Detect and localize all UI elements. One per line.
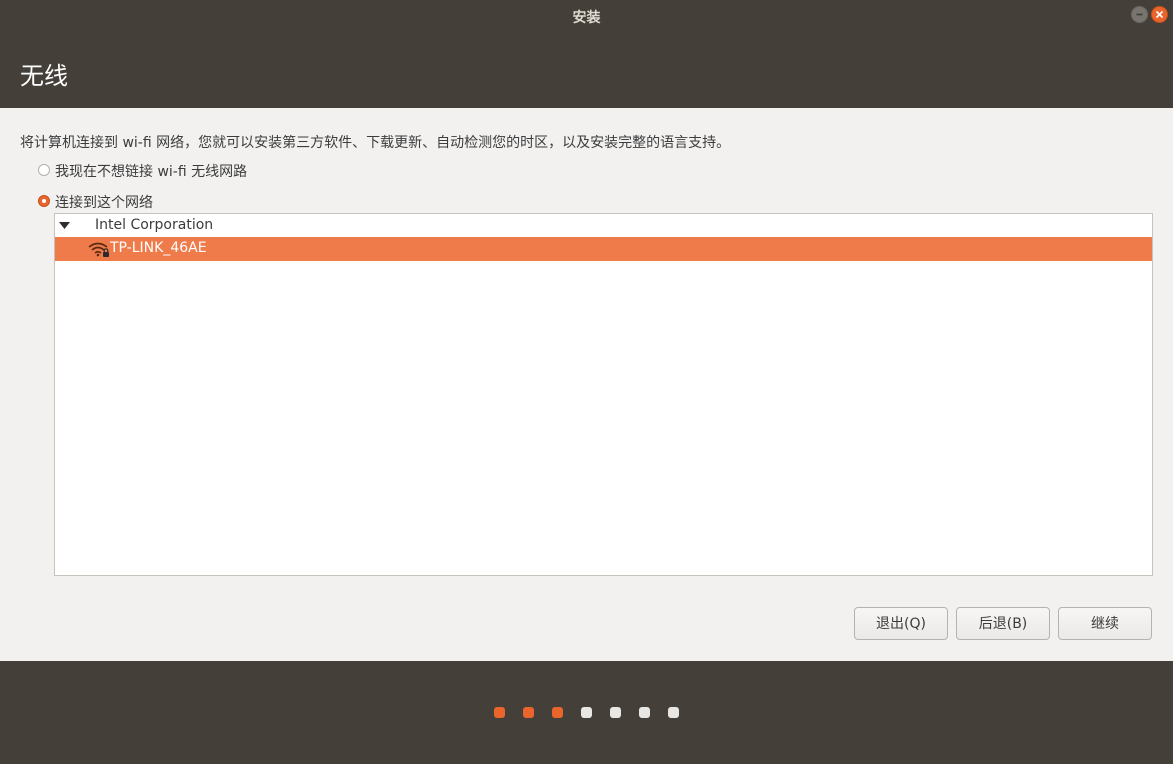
main-content: 将计算机连接到 wi-fi 网络，您就可以安装第三方软件、下载更新、自动检测您的…	[0, 108, 1173, 661]
minimize-button[interactable]	[1131, 6, 1148, 23]
installer-window: 安装 无线 将计算机连接到 wi-fi 网络，您就可以安装第三方软件、下载更新、…	[0, 0, 1173, 764]
continue-button[interactable]: 继续	[1058, 607, 1152, 640]
radio-no-wifi[interactable]	[38, 164, 50, 176]
progress-dot	[639, 707, 650, 718]
device-row[interactable]: Intel Corporation	[55, 214, 1152, 237]
close-button[interactable]	[1151, 6, 1168, 23]
quit-button[interactable]: 退出(Q)	[854, 607, 948, 640]
network-row[interactable]: TP-LINK_46AE	[55, 237, 1152, 261]
device-label: Intel Corporation	[95, 217, 214, 233]
page-title: 无线	[20, 62, 68, 90]
progress-dot	[610, 707, 621, 718]
wifi-description: 将计算机连接到 wi-fi 网络，您就可以安装第三方软件、下载更新、自动检测您的…	[20, 135, 731, 151]
minimize-icon	[1136, 13, 1143, 16]
page-header: 无线	[0, 31, 1173, 108]
expander-triangle-icon[interactable]	[59, 222, 71, 230]
progress-dot	[668, 707, 679, 718]
progress-dot	[552, 707, 563, 718]
network-ssid: TP-LINK_46AE	[110, 240, 207, 256]
window-title: 安装	[572, 10, 601, 26]
title-bar[interactable]: 安装	[0, 0, 1173, 31]
back-button[interactable]: 后退(B)	[956, 607, 1050, 640]
progress-dot	[494, 707, 505, 718]
progress-dot	[523, 707, 534, 718]
progress-dot	[581, 707, 592, 718]
radio-connect-network[interactable]	[38, 195, 50, 207]
close-icon	[1155, 10, 1164, 19]
option-connect-network-label: 连接到这个网络	[55, 195, 153, 211]
wifi-locked-icon	[88, 242, 109, 257]
network-list[interactable]: Intel Corporation TP-LINK_46AE	[54, 213, 1153, 576]
option-no-wifi-label: 我现在不想链接 wi-fi 无线网路	[55, 164, 248, 180]
footer	[0, 661, 1173, 764]
